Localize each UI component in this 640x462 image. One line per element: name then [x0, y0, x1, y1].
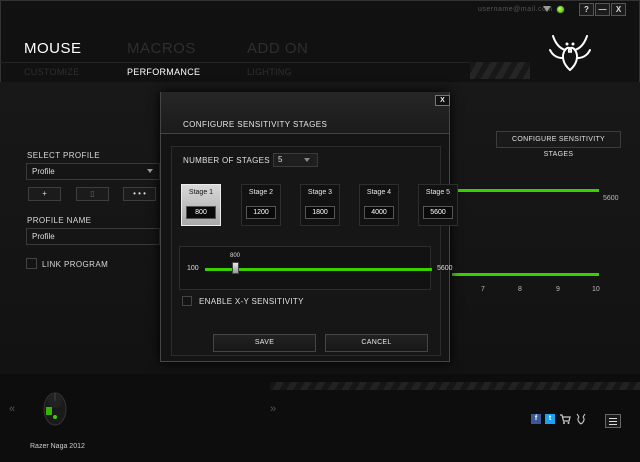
dialog-close-button[interactable]: X — [435, 95, 450, 106]
cart-icon[interactable] — [559, 413, 571, 425]
twitter-icon[interactable]: t — [545, 414, 555, 424]
close-window-button[interactable]: X — [611, 3, 626, 16]
account-dropdown-icon[interactable] — [543, 6, 551, 12]
configure-sensitivity-stages-button[interactable]: CONFIGURE SENSITIVITY STAGES — [496, 131, 621, 158]
online-status-icon — [556, 5, 565, 14]
stage-5[interactable]: Stage 5 5600 — [418, 184, 458, 226]
chevron-left-icon[interactable]: « — [9, 403, 15, 415]
link-program-checkbox[interactable] — [26, 258, 37, 269]
profile-select[interactable]: Profile — [26, 163, 160, 180]
number-of-stages-select[interactable]: 5 — [273, 153, 318, 167]
mouse-device-icon[interactable] — [38, 387, 72, 427]
stage-4[interactable]: Stage 4 4000 — [359, 184, 399, 226]
stage-1[interactable]: Stage 1 800 — [181, 184, 221, 226]
decorative-stripes — [270, 382, 640, 390]
stage-label: Stage 5 — [425, 189, 451, 196]
minimize-button[interactable]: — — [595, 3, 610, 16]
sensitivity-slider-thumb[interactable] — [232, 262, 239, 274]
delete-profile-button[interactable]: ▯ — [76, 187, 109, 201]
stage-4-value[interactable]: 4000 — [364, 206, 394, 219]
stage-label: Stage 2 — [248, 189, 274, 196]
select-profile-label: SELECT PROFILE — [27, 151, 101, 160]
help-button[interactable]: ? — [579, 3, 594, 16]
tab-mouse[interactable]: MOUSE — [24, 40, 82, 57]
scale-label: 10 — [592, 286, 600, 293]
scale-label: 9 — [556, 286, 560, 293]
save-button[interactable]: SAVE — [213, 334, 316, 352]
nav-divider — [0, 62, 470, 63]
add-profile-button[interactable]: + — [28, 187, 61, 201]
user-email: username@mail.com — [478, 6, 553, 13]
slider-max-label: 5600 — [437, 265, 453, 272]
sensitivity-max-label: 5600 — [603, 195, 619, 202]
acceleration-slider-track[interactable] — [452, 273, 599, 276]
profile-name-label: PROFILE NAME — [27, 216, 92, 225]
cancel-button[interactable]: CANCEL — [325, 334, 428, 352]
subtab-lighting[interactable]: LIGHTING — [247, 67, 292, 77]
subtab-customize[interactable]: CUSTOMIZE — [24, 67, 80, 77]
enable-xy-sensitivity-label: ENABLE X-Y SENSITIVITY — [199, 297, 304, 306]
stage-1-value[interactable]: 800 — [186, 206, 216, 219]
profile-name-input[interactable]: Profile — [26, 228, 160, 245]
razer-small-icon[interactable] — [575, 413, 587, 425]
dialog-title: CONFIGURE SENSITIVITY STAGES — [183, 120, 328, 129]
device-name: Razer Naga 2012 — [30, 443, 85, 450]
slider-current-value: 800 — [230, 253, 241, 259]
tab-add-on[interactable]: ADD ON — [247, 40, 308, 57]
title-bar: username@mail.com ? — X — [0, 0, 640, 20]
subtab-performance[interactable]: PERFORMANCE — [127, 67, 200, 77]
number-of-stages-label: NUMBER OF STAGES — [183, 156, 270, 165]
decorative-stripes — [470, 62, 530, 79]
stage-3[interactable]: Stage 3 1800 — [300, 184, 340, 226]
scale-label: 7 — [481, 286, 485, 293]
link-program-label: LINK PROGRAM — [42, 260, 109, 269]
stage-5-value[interactable]: 5600 — [423, 206, 453, 219]
sensitivity-slider-track[interactable] — [205, 268, 432, 271]
stage-2-value[interactable]: 1200 — [246, 206, 276, 219]
profile-select-value: Profile — [32, 167, 55, 176]
chevron-down-icon — [304, 158, 310, 162]
stage-label: Stage 4 — [366, 189, 392, 196]
enable-xy-sensitivity-checkbox[interactable] — [182, 296, 192, 306]
scale-label: 8 — [518, 286, 522, 293]
chevron-right-icon[interactable]: » — [270, 403, 276, 415]
stage-3-value[interactable]: 1800 — [305, 206, 335, 219]
stage-label: Stage 3 — [307, 189, 333, 196]
facebook-icon[interactable]: f — [531, 414, 541, 424]
menu-icon[interactable] — [605, 414, 621, 428]
chevron-down-icon — [147, 169, 153, 173]
slider-min-label: 100 — [187, 265, 199, 272]
more-options-button[interactable]: • • • — [123, 187, 156, 201]
razer-logo-icon — [549, 35, 591, 71]
stage-2[interactable]: Stage 2 1200 — [241, 184, 281, 226]
stage-label: Stage 1 — [188, 189, 214, 196]
sensitivity-slider-track[interactable] — [452, 189, 599, 192]
tab-macros[interactable]: MACROS — [127, 40, 196, 57]
